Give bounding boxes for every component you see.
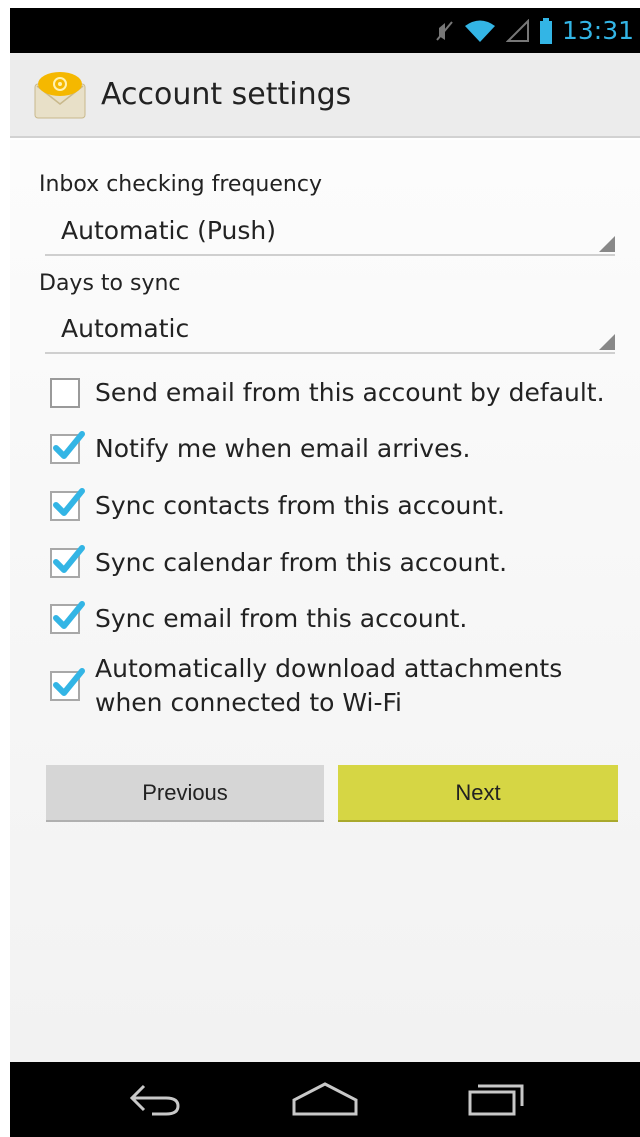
previous-button[interactable]: Previous bbox=[46, 765, 324, 822]
mute-icon bbox=[436, 20, 454, 42]
checkbox-row-notify[interactable]: Notify me when email arrives. bbox=[50, 431, 640, 466]
checkbox-row-auto-download[interactable]: Automatically download attachments when … bbox=[50, 652, 640, 720]
status-time: 13:31 bbox=[561, 16, 634, 45]
action-bar: Account settings bbox=[10, 53, 640, 138]
email-app-icon bbox=[33, 70, 87, 120]
back-icon[interactable] bbox=[122, 1078, 186, 1122]
checkbox-row-default-account[interactable]: Send email from this account by default. bbox=[50, 376, 640, 410]
checkbox-notify[interactable] bbox=[50, 431, 85, 464]
checkmark-icon bbox=[53, 668, 85, 696]
checkbox-default-account[interactable] bbox=[50, 378, 80, 408]
recents-icon[interactable] bbox=[464, 1078, 528, 1122]
home-icon[interactable] bbox=[290, 1078, 360, 1122]
inbox-frequency-value: Automatic (Push) bbox=[61, 216, 277, 245]
inbox-frequency-label: Inbox checking frequency bbox=[39, 172, 322, 197]
checkbox-label-line1: Automatically download attachments bbox=[95, 654, 563, 683]
checkbox-auto-download[interactable] bbox=[50, 668, 85, 701]
checkbox-row-sync-email[interactable]: Sync email from this account. bbox=[50, 601, 640, 636]
checkmark-icon bbox=[53, 601, 85, 629]
next-button[interactable]: Next bbox=[338, 765, 618, 822]
dropdown-arrow-icon bbox=[599, 236, 615, 252]
status-bar: 13:31 bbox=[10, 8, 640, 53]
signal-icon bbox=[505, 18, 530, 43]
checkbox-label-multiline: Automatically download attachments when … bbox=[95, 652, 562, 720]
checkbox-label: Sync calendar from this account. bbox=[95, 548, 508, 577]
checkbox-sync-contacts[interactable] bbox=[50, 488, 85, 521]
checkbox-label: Sync email from this account. bbox=[95, 604, 468, 633]
days-to-sync-value: Automatic bbox=[61, 314, 190, 343]
days-to-sync-spinner[interactable]: Automatic bbox=[45, 308, 615, 354]
checkbox-row-sync-contacts[interactable]: Sync contacts from this account. bbox=[50, 488, 640, 523]
checkbox-label: Sync contacts from this account. bbox=[95, 491, 505, 520]
checkbox-sync-calendar[interactable] bbox=[50, 545, 85, 578]
checkmark-icon bbox=[53, 545, 85, 573]
battery-icon bbox=[539, 17, 552, 44]
checkmark-icon bbox=[53, 431, 85, 459]
checkbox-label: Notify me when email arrives. bbox=[95, 434, 471, 463]
navigation-bar bbox=[10, 1062, 640, 1137]
checkbox-row-sync-calendar[interactable]: Sync calendar from this account. bbox=[50, 545, 640, 580]
page-title: Account settings bbox=[101, 77, 352, 112]
checkbox-label-line2: when connected to Wi-Fi bbox=[95, 688, 403, 717]
dropdown-arrow-icon bbox=[599, 334, 615, 350]
checkbox-sync-email[interactable] bbox=[50, 601, 85, 634]
settings-content: Inbox checking frequency Automatic (Push… bbox=[10, 140, 640, 1062]
days-to-sync-label: Days to sync bbox=[39, 271, 181, 296]
checkbox-label: Send email from this account by default. bbox=[95, 378, 605, 407]
inbox-frequency-spinner[interactable]: Automatic (Push) bbox=[45, 210, 615, 256]
checkmark-icon bbox=[53, 488, 85, 516]
wifi-icon bbox=[464, 19, 496, 43]
